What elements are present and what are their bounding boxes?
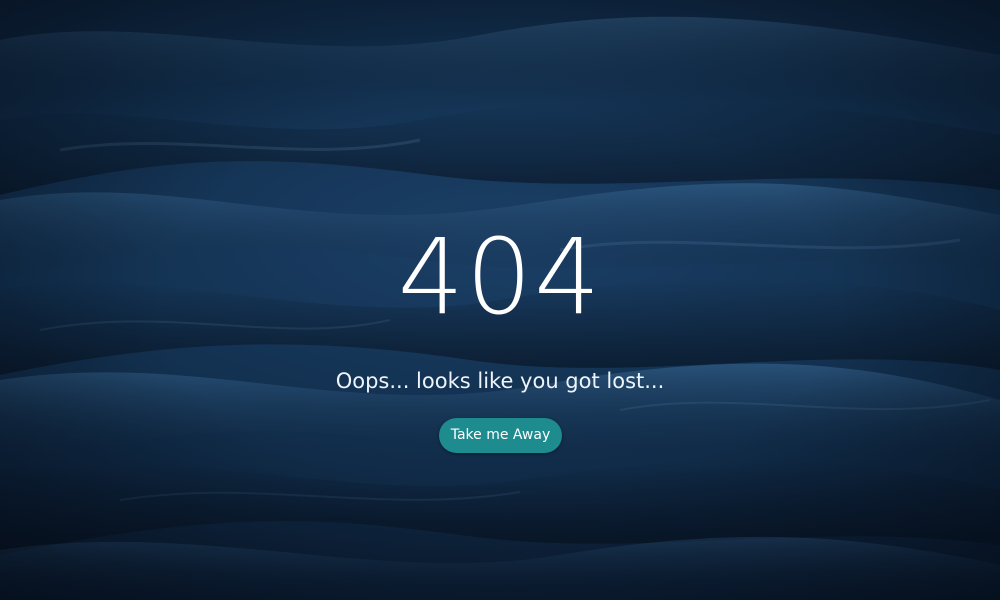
error-code: 404 <box>397 216 603 338</box>
take-me-away-button[interactable]: Take me Away <box>439 418 562 453</box>
error-message: Oops... looks like you got lost... <box>335 369 665 393</box>
error-content: 404 Oops... looks like you got lost... T… <box>0 0 1000 600</box>
error-page: 404 Oops... looks like you got lost... T… <box>0 0 1000 600</box>
